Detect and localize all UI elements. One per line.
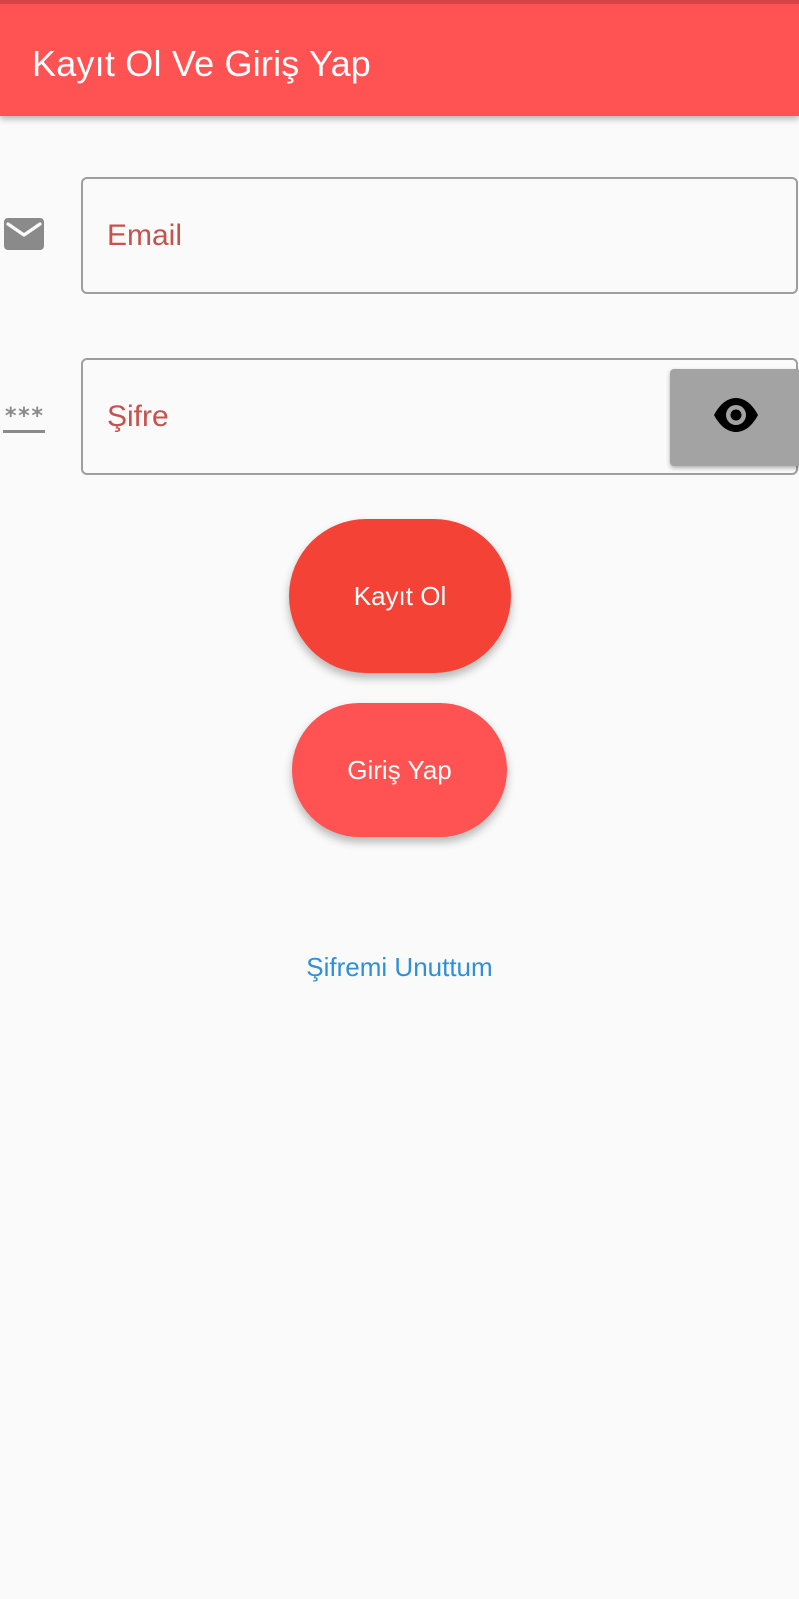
register-button[interactable]: Kayıt Ol <box>289 519 511 673</box>
app-bar: Kayıt Ol Ve Giriş Yap <box>0 0 799 116</box>
forgot-password-link[interactable]: Şifremi Unuttum <box>0 949 799 985</box>
email-input[interactable] <box>83 179 796 292</box>
login-button[interactable]: Giriş Yap <box>292 703 507 837</box>
toggle-password-visibility-button[interactable] <box>670 369 799 466</box>
email-field[interactable] <box>81 177 798 294</box>
mail-icon <box>4 218 44 250</box>
eye-icon <box>714 398 758 432</box>
password-icon: *** <box>3 405 45 433</box>
page-title: Kayıt Ol Ve Giriş Yap <box>32 43 372 84</box>
svg-text:***: *** <box>4 405 44 429</box>
